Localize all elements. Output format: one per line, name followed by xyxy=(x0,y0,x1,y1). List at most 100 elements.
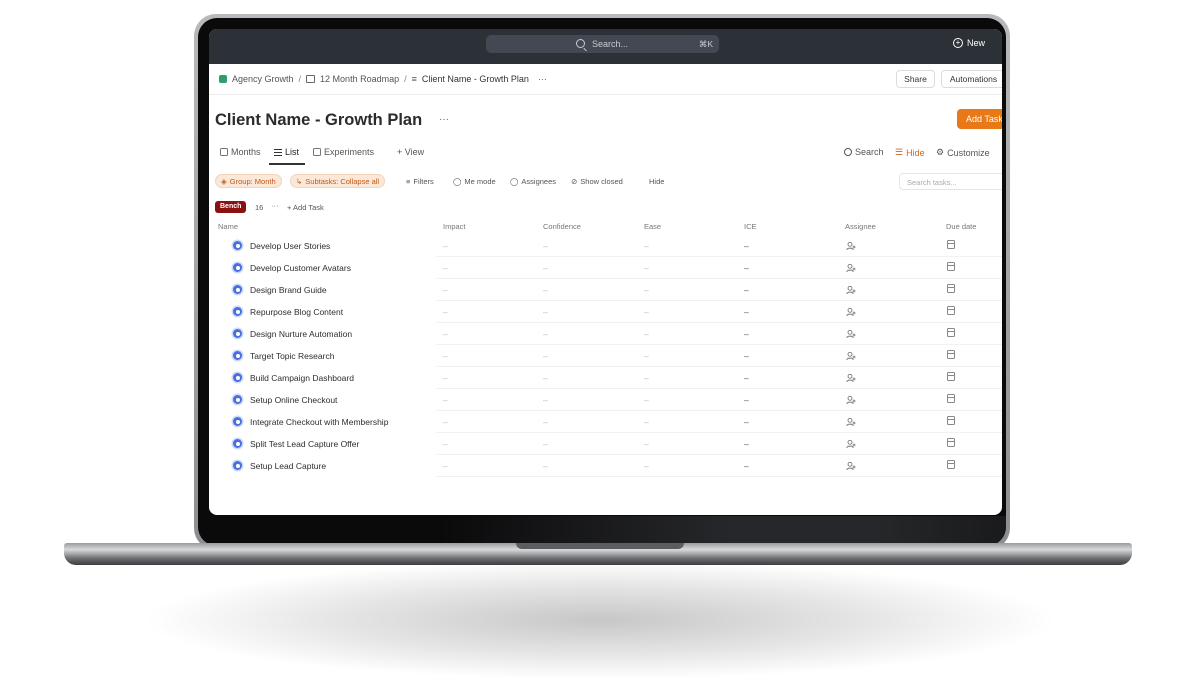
group-add-task[interactable]: + Add Task xyxy=(287,203,324,212)
breadcrumb-workspace[interactable]: Agency Growth xyxy=(232,74,294,84)
add-view-button[interactable]: + View xyxy=(397,147,424,157)
column-confidence[interactable]: Confidence xyxy=(543,222,581,231)
hide-filter-button[interactable]: Hide xyxy=(649,177,664,186)
task-name[interactable]: Design Nurture Automation xyxy=(250,329,352,339)
group-by-pill[interactable]: ◈ Group: Month xyxy=(215,174,282,188)
table-row[interactable]: Setup Online Checkout – – – – xyxy=(209,389,1002,411)
add-assignee-icon[interactable] xyxy=(846,329,856,339)
status-icon[interactable] xyxy=(233,395,242,404)
impact-cell[interactable]: – xyxy=(443,439,448,449)
task-name[interactable]: Design Brand Guide xyxy=(250,285,327,295)
tab-list[interactable]: List xyxy=(274,147,299,157)
calendar-icon[interactable] xyxy=(947,328,955,337)
add-assignee-icon[interactable] xyxy=(846,241,856,251)
confidence-cell[interactable]: – xyxy=(543,417,548,427)
calendar-icon[interactable] xyxy=(947,240,955,249)
column-due-date[interactable]: Due date xyxy=(946,222,976,231)
status-icon[interactable] xyxy=(233,241,242,250)
table-row[interactable]: Integrate Checkout with Membership – – – – xyxy=(209,411,1002,433)
status-icon[interactable] xyxy=(233,307,242,316)
add-assignee-icon[interactable] xyxy=(846,351,856,361)
add-assignee-icon[interactable] xyxy=(846,395,856,405)
impact-cell[interactable]: – xyxy=(443,263,448,273)
share-button[interactable]: Share xyxy=(896,70,935,88)
status-icon[interactable] xyxy=(233,461,242,470)
customize-tool[interactable]: ⚙ Customize xyxy=(936,147,990,158)
breadcrumb-more-icon[interactable]: ··· xyxy=(538,74,547,84)
breadcrumb-list[interactable]: Client Name - Growth Plan xyxy=(422,74,529,84)
confidence-cell[interactable]: – xyxy=(543,461,548,471)
impact-cell[interactable]: – xyxy=(443,461,448,471)
add-assignee-icon[interactable] xyxy=(846,417,856,427)
task-name[interactable]: Target Topic Research xyxy=(250,351,334,361)
table-row[interactable]: Split Test Lead Capture Offer – – – – xyxy=(209,433,1002,455)
status-icon[interactable] xyxy=(233,263,242,272)
group-more-icon[interactable]: ··· xyxy=(271,201,279,210)
status-icon[interactable] xyxy=(233,417,242,426)
confidence-cell[interactable]: – xyxy=(543,307,548,317)
calendar-icon[interactable] xyxy=(947,284,955,293)
me-mode-button[interactable]: ◯ Me mode xyxy=(453,177,496,186)
table-row[interactable]: Design Brand Guide – – – – xyxy=(209,279,1002,301)
column-ease[interactable]: Ease xyxy=(644,222,661,231)
new-button[interactable]: + New xyxy=(952,38,985,48)
ease-cell[interactable]: – xyxy=(644,329,649,339)
title-more-icon[interactable]: ··· xyxy=(439,114,449,125)
search-tool[interactable]: Search xyxy=(844,147,884,157)
confidence-cell[interactable]: – xyxy=(543,263,548,273)
search-tasks-input[interactable]: Search tasks... xyxy=(899,173,1002,190)
show-closed-button[interactable]: ⊘ Show closed xyxy=(571,177,623,186)
table-row[interactable]: Repurpose Blog Content – – – – xyxy=(209,301,1002,323)
task-name[interactable]: Setup Online Checkout xyxy=(250,395,337,405)
calendar-icon[interactable] xyxy=(947,262,955,271)
task-name[interactable]: Setup Lead Capture xyxy=(250,461,326,471)
table-row[interactable]: Develop User Stories – – – – xyxy=(209,235,1002,257)
ease-cell[interactable]: – xyxy=(644,263,649,273)
calendar-icon[interactable] xyxy=(947,372,955,381)
filters-button[interactable]: ≡ Filters xyxy=(406,177,434,186)
impact-cell[interactable]: – xyxy=(443,307,448,317)
add-task-button[interactable]: Add Task xyxy=(957,109,1002,129)
status-icon[interactable] xyxy=(233,439,242,448)
impact-cell[interactable]: – xyxy=(443,395,448,405)
task-name[interactable]: Build Campaign Dashboard xyxy=(250,373,354,383)
add-assignee-icon[interactable] xyxy=(846,285,856,295)
tab-months[interactable]: Months xyxy=(220,147,261,157)
impact-cell[interactable]: – xyxy=(443,285,448,295)
ease-cell[interactable]: – xyxy=(644,417,649,427)
ease-cell[interactable]: – xyxy=(644,351,649,361)
table-row[interactable]: Setup Lead Capture – – – – xyxy=(209,455,1002,477)
status-icon[interactable] xyxy=(233,373,242,382)
impact-cell[interactable]: – xyxy=(443,373,448,383)
confidence-cell[interactable]: – xyxy=(543,439,548,449)
automations-button[interactable]: Automations xyxy=(941,70,1002,88)
subtasks-pill[interactable]: ↳ Subtasks: Collapse all xyxy=(290,174,386,188)
add-assignee-icon[interactable] xyxy=(846,461,856,471)
status-icon[interactable] xyxy=(233,285,242,294)
column-impact[interactable]: Impact xyxy=(443,222,466,231)
confidence-cell[interactable]: – xyxy=(543,241,548,251)
calendar-icon[interactable] xyxy=(947,460,955,469)
table-row[interactable]: Build Campaign Dashboard – – – – xyxy=(209,367,1002,389)
task-name[interactable]: Develop Customer Avatars xyxy=(250,263,351,273)
calendar-icon[interactable] xyxy=(947,416,955,425)
table-row[interactable]: Design Nurture Automation – – – – xyxy=(209,323,1002,345)
add-assignee-icon[interactable] xyxy=(846,263,856,273)
impact-cell[interactable]: – xyxy=(443,351,448,361)
status-icon[interactable] xyxy=(233,351,242,360)
calendar-icon[interactable] xyxy=(947,438,955,447)
confidence-cell[interactable]: – xyxy=(543,373,548,383)
column-ice[interactable]: ICE xyxy=(744,222,757,231)
assignees-button[interactable]: ◯ Assignees xyxy=(510,177,556,186)
column-name[interactable]: Name xyxy=(218,222,238,231)
task-name[interactable]: Develop User Stories xyxy=(250,241,330,251)
ease-cell[interactable]: – xyxy=(644,395,649,405)
task-name[interactable]: Integrate Checkout with Membership xyxy=(250,417,388,427)
table-row[interactable]: Develop Customer Avatars – – – – xyxy=(209,257,1002,279)
confidence-cell[interactable]: – xyxy=(543,285,548,295)
breadcrumb-folder[interactable]: 12 Month Roadmap xyxy=(320,74,399,84)
task-name[interactable]: Repurpose Blog Content xyxy=(250,307,343,317)
ease-cell[interactable]: – xyxy=(644,285,649,295)
confidence-cell[interactable]: – xyxy=(543,329,548,339)
confidence-cell[interactable]: – xyxy=(543,351,548,361)
